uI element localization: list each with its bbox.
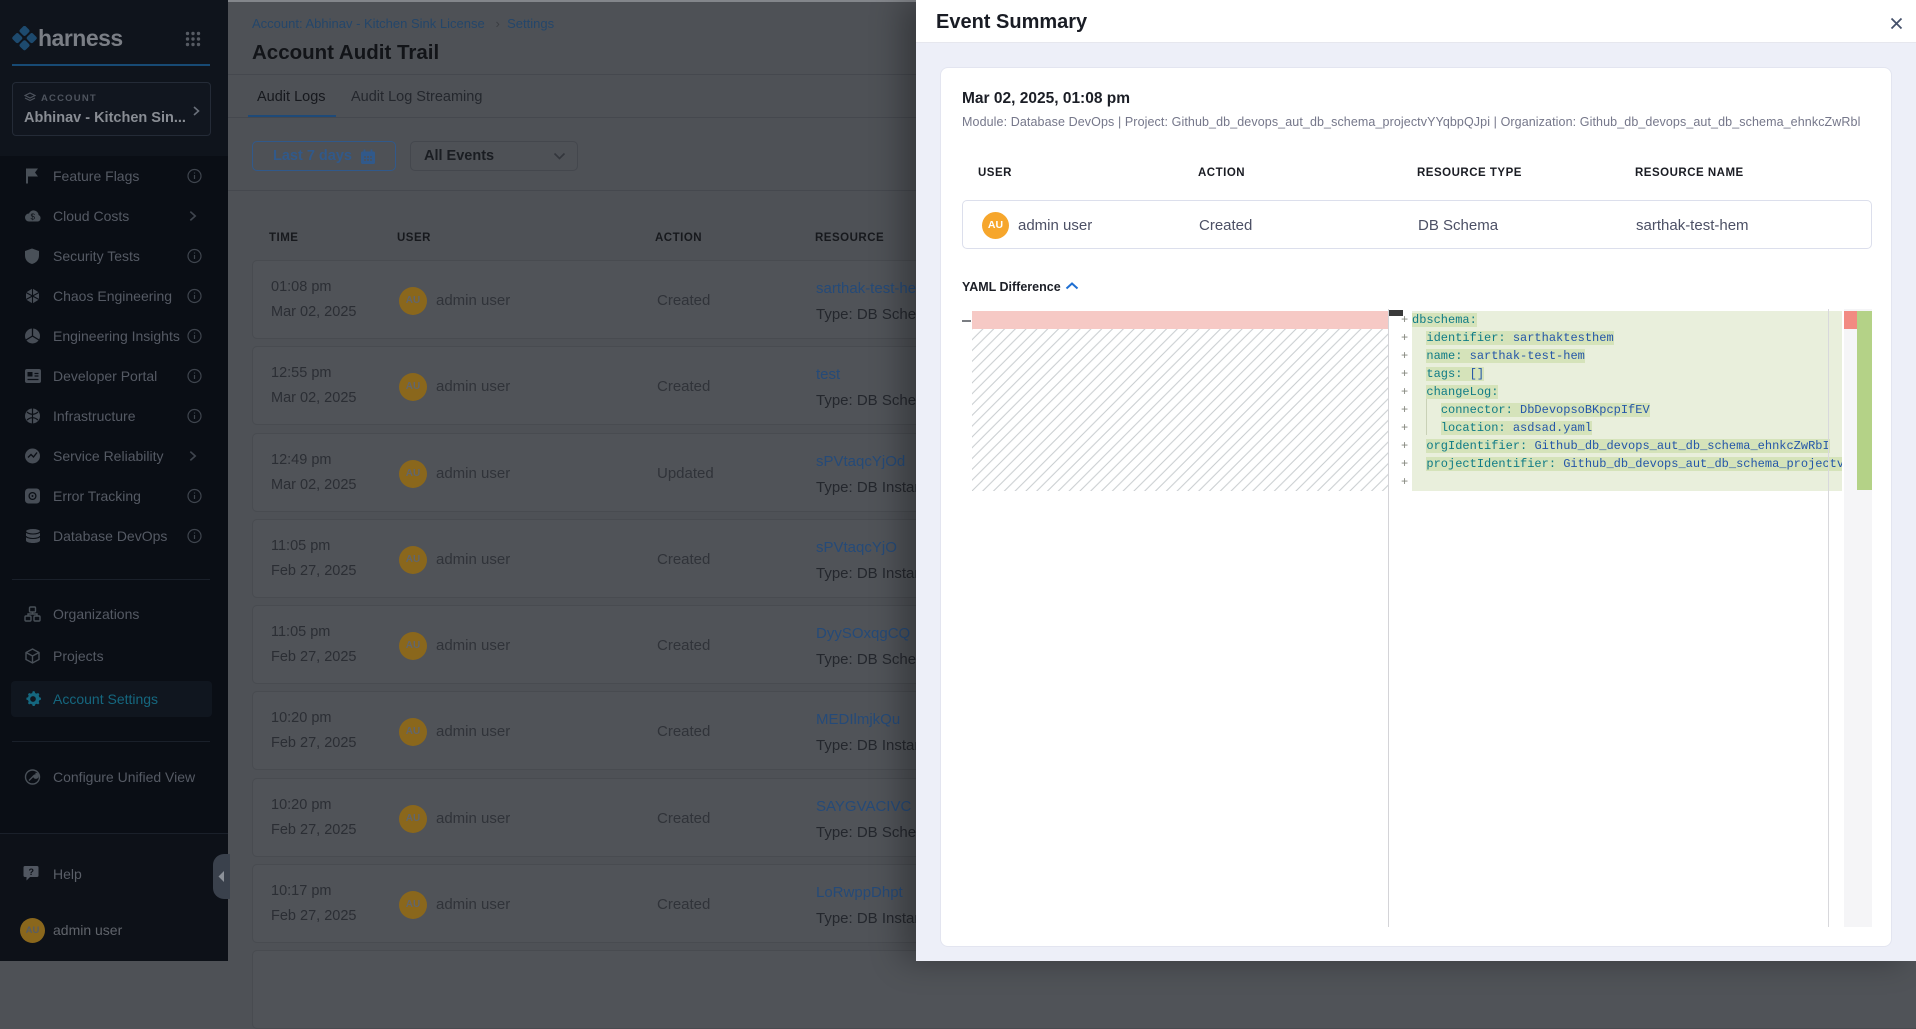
svg-text:$: $ <box>31 213 36 222</box>
svg-text:?: ? <box>29 867 35 877</box>
